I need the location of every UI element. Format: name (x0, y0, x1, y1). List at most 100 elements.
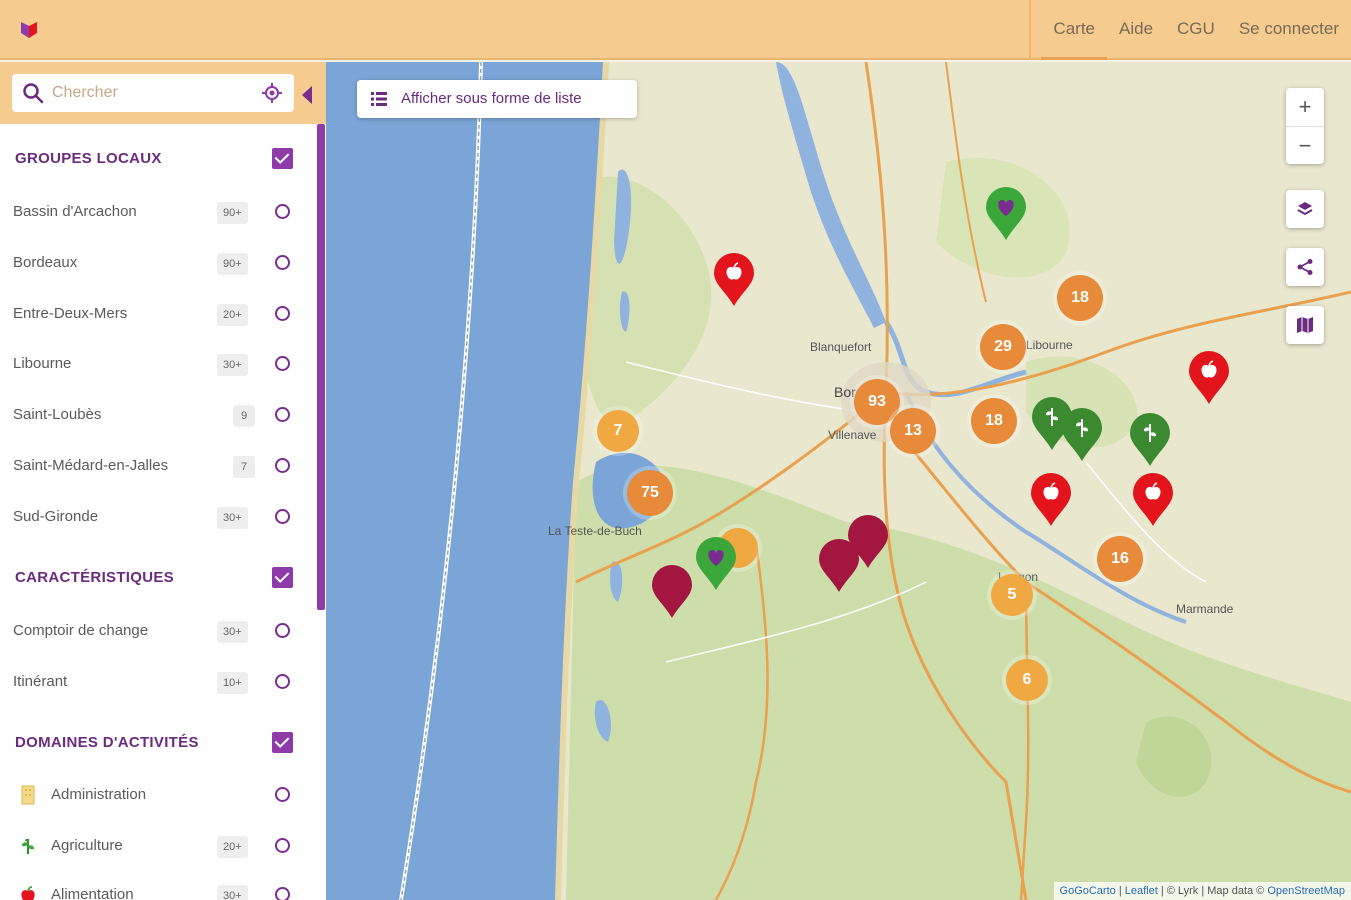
filter-item-count: 30+ (217, 354, 248, 376)
map-marker-alimentation[interactable] (1187, 350, 1231, 406)
attribution-gogocarto-link[interactable]: GoGoCarto (1060, 885, 1116, 897)
layers-button[interactable] (1286, 190, 1324, 228)
map-marker-crimson[interactable] (846, 514, 890, 570)
filter-item-radio[interactable] (275, 255, 290, 270)
marker-cluster[interactable]: 16 (1097, 536, 1143, 582)
map-marker-agriculture[interactable] (1128, 412, 1172, 468)
search-icon[interactable] (22, 82, 44, 104)
marker-cluster[interactable]: 13 (890, 408, 936, 454)
filter-item-libourne[interactable]: Libourne 30+ (13, 349, 303, 379)
apple-icon (21, 886, 35, 900)
marker-cluster[interactable]: 6 (1006, 659, 1048, 701)
section-title-domains: DOMAINES D'ACTIVITÉS (15, 734, 199, 751)
filter-item-label: Alimentation (51, 886, 134, 900)
filter-item-entre-deux-mers[interactable]: Entre-Deux-Mers 20+ (13, 299, 303, 329)
domains-select-all-checkbox[interactable] (272, 732, 293, 753)
place-label-libourne: Libourne (1026, 338, 1073, 352)
zoom-in-button[interactable]: + (1286, 88, 1324, 126)
filter-item-radio[interactable] (275, 356, 290, 371)
filter-item-radio[interactable] (275, 407, 290, 422)
filter-item-radio[interactable] (275, 458, 290, 473)
filter-item-itinerant[interactable]: Itinérant 10+ (13, 667, 303, 697)
logo-icon[interactable] (18, 18, 40, 40)
marker-cluster[interactable]: 7 (597, 410, 639, 452)
filter-item-saint-medard[interactable]: Saint-Médard-en-Jalles 7 (13, 451, 303, 481)
filter-item-count: 20+ (217, 836, 248, 858)
building-icon (21, 785, 35, 805)
filter-item-administration[interactable]: Administration (13, 780, 303, 810)
filter-item-comptoir-de-change[interactable]: Comptoir de change 30+ (13, 616, 303, 646)
filter-item-radio[interactable] (275, 674, 290, 689)
filter-sidebar: GROUPES LOCAUX Bassin d'Arcachon 90+ Bor… (0, 62, 326, 900)
filter-item-radio[interactable] (275, 204, 290, 219)
filter-item-count: 20+ (217, 304, 248, 326)
groups-select-all-checkbox[interactable] (272, 148, 293, 169)
attribution-leaflet-link[interactable]: Leaflet (1125, 885, 1158, 897)
plant-icon (22, 838, 34, 854)
filter-item-count: 10+ (217, 672, 248, 694)
marker-cluster[interactable]: 5 (991, 574, 1033, 616)
map-attribution: GoGoCarto | Leaflet | © Lyrk | Map data … (1053, 882, 1351, 900)
section-title-groups: GROUPES LOCAUX (15, 150, 162, 167)
filter-item-radio[interactable] (275, 838, 290, 853)
sidebar-scrollbar[interactable] (317, 124, 325, 610)
nav-cgu[interactable]: CGU (1165, 0, 1227, 60)
zoom-out-button[interactable]: − (1286, 126, 1324, 164)
collapse-sidebar-icon[interactable] (302, 86, 312, 104)
place-label-villenave: Villenave (828, 428, 877, 442)
filter-item-bordeaux[interactable]: Bordeaux 90+ (13, 248, 303, 278)
filter-item-label: Sud-Gironde (13, 508, 99, 525)
attribution-text: | © Lyrk | Map data © (1157, 885, 1268, 897)
zoom-control: + − (1286, 88, 1324, 164)
nav-carte[interactable]: Carte (1041, 0, 1107, 60)
filter-item-agriculture[interactable]: Agriculture 20+ (13, 831, 303, 861)
map-marker-heart[interactable] (694, 536, 738, 592)
place-label-marmande: Marmande (1176, 602, 1234, 616)
filter-item-bassin-arcachon[interactable]: Bassin d'Arcachon 90+ (13, 197, 303, 227)
share-button[interactable] (1286, 248, 1324, 286)
marker-cluster[interactable]: 29 (980, 324, 1026, 370)
show-as-list-label: Afficher sous forme de liste (401, 90, 582, 107)
attribution-osm-link[interactable]: OpenStreetMap (1267, 885, 1345, 897)
map-marker-heart[interactable] (984, 186, 1028, 242)
nav-login[interactable]: Se connecter (1227, 0, 1351, 60)
map-tiles[interactable] (326, 62, 1351, 900)
map-marker-alimentation[interactable] (1029, 472, 1073, 528)
map-view[interactable]: Blanquefort Bordeaux Villenave La Teste-… (326, 62, 1351, 900)
map-icon (1297, 317, 1313, 333)
filter-item-label: Bordeaux (13, 254, 78, 271)
filter-item-radio[interactable] (275, 623, 290, 638)
geolocate-icon[interactable] (262, 83, 282, 103)
map-view-button[interactable] (1286, 306, 1324, 344)
nav-aide[interactable]: Aide (1107, 0, 1165, 60)
filter-item-count: 90+ (217, 253, 248, 275)
filter-item-radio[interactable] (275, 509, 290, 524)
filter-item-count: 30+ (217, 885, 248, 900)
filter-item-saint-loubes[interactable]: Saint-Loubès 9 (13, 400, 303, 430)
filter-item-label: Saint-Médard-en-Jalles (13, 457, 169, 474)
filter-item-radio[interactable] (275, 887, 290, 900)
attribution-separator: | (1115, 885, 1125, 897)
filter-item-label: Saint-Loubès (13, 406, 102, 423)
marker-cluster[interactable]: 18 (971, 398, 1017, 444)
map-marker-alimentation[interactable] (712, 252, 756, 308)
show-as-list-button[interactable]: Afficher sous forme de liste (357, 80, 637, 118)
filter-item-alimentation[interactable]: Alimentation 30+ (13, 880, 303, 900)
top-bar: Carte Aide CGU Se connecter (0, 0, 1351, 60)
place-label-blanquefort: Blanquefort (810, 340, 872, 354)
filter-item-count: 30+ (217, 507, 248, 529)
share-icon (1297, 259, 1313, 275)
map-marker-crimson[interactable] (650, 564, 694, 620)
map-marker-alimentation[interactable] (1131, 472, 1175, 528)
features-select-all-checkbox[interactable] (272, 567, 293, 588)
marker-cluster[interactable]: 75 (627, 470, 673, 516)
filter-item-radio[interactable] (275, 787, 290, 802)
marker-cluster[interactable]: 18 (1057, 275, 1103, 321)
search-box (12, 74, 294, 112)
filter-item-sud-gironde[interactable]: Sud-Gironde 30+ (13, 502, 303, 532)
map-marker-agriculture[interactable] (1060, 407, 1104, 463)
filter-item-radio[interactable] (275, 306, 290, 321)
filter-item-label: Itinérant (13, 673, 68, 690)
layers-icon (1297, 202, 1313, 216)
search-input[interactable] (52, 82, 252, 104)
